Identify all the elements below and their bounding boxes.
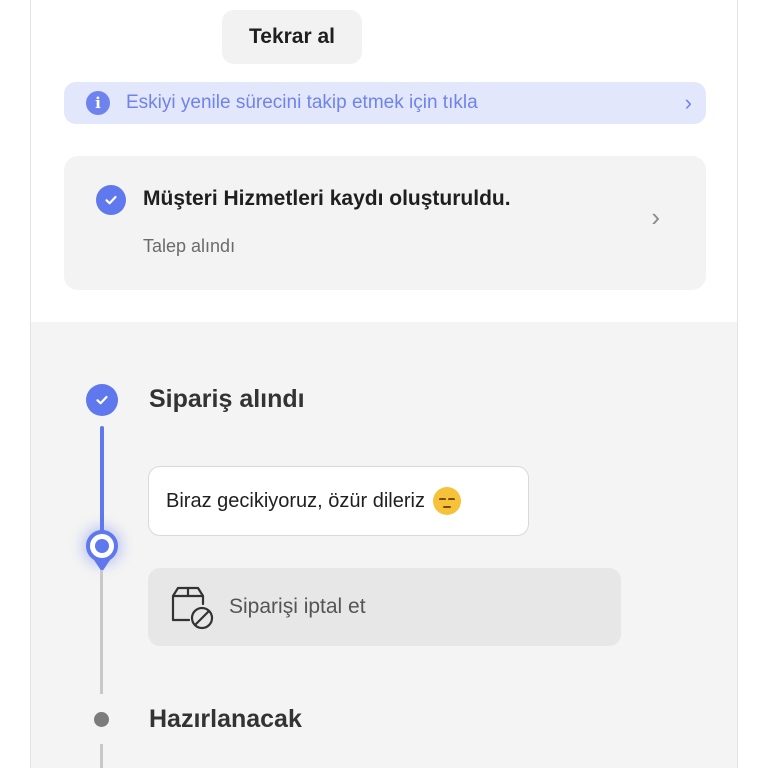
customer-service-status-card[interactable]: Müşteri Hizmetleri kaydı oluşturuldu. Ta… xyxy=(64,156,706,290)
step-title-order-received: Sipariş alındı xyxy=(149,385,305,413)
renewal-tracking-banner[interactable]: i Eskiyi yenile sürecini takip etmek içi… xyxy=(64,82,706,124)
step-title-to-be-prepared: Hazırlanacak xyxy=(149,705,302,733)
package-cancel-icon xyxy=(167,582,215,633)
delay-message-text: Biraz gecikiyoruz, özür dileriz xyxy=(166,489,425,512)
status-card-title: Müşteri Hizmetleri kaydı oluşturuldu. xyxy=(143,187,511,210)
timeline-pending-line xyxy=(100,570,103,694)
check-circle-icon xyxy=(96,185,126,215)
timeline-pending-line xyxy=(100,744,103,768)
step-done-check-icon xyxy=(86,384,118,416)
banner-text: Eskiyi yenile sürecini takip etmek için … xyxy=(126,92,478,113)
delay-message-bubble: Biraz gecikiyoruz, özür dileriz xyxy=(148,466,529,536)
cancel-order-button[interactable]: Siparişi iptal et xyxy=(148,568,621,646)
retry-button[interactable]: Tekrar al xyxy=(222,10,362,64)
current-position-marker xyxy=(86,530,118,562)
status-card-subtitle: Talep alındı xyxy=(143,236,236,256)
cancel-order-label: Siparişi iptal et xyxy=(229,595,366,618)
info-icon: i xyxy=(86,91,110,115)
timeline-progress-line xyxy=(100,426,104,534)
order-detail-screen: Tekrar al i Eskiyi yenile sürecini takip… xyxy=(30,0,738,768)
pensive-face-icon xyxy=(432,487,461,515)
order-timeline: Sipariş alındı Biraz gecikiyoruz, özür d… xyxy=(31,322,737,768)
chevron-right-icon: › xyxy=(651,202,660,232)
chevron-right-icon: › xyxy=(684,90,692,115)
step-pending-dot xyxy=(94,712,109,727)
